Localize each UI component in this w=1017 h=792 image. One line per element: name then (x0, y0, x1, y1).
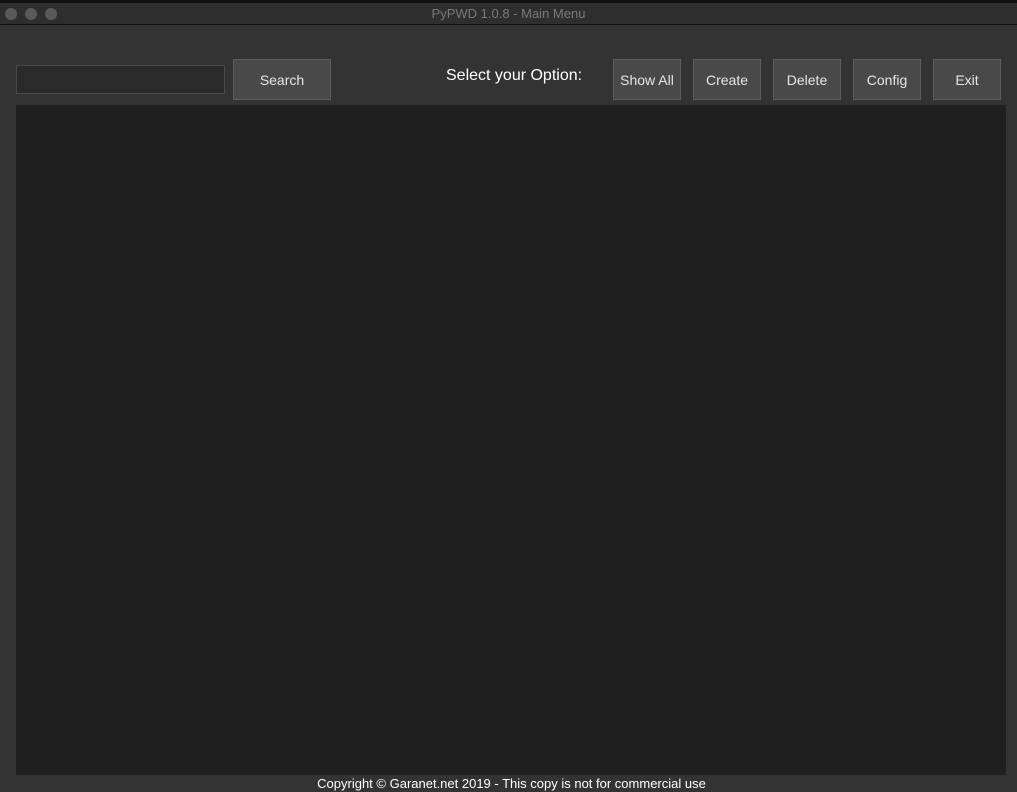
create-button[interactable]: Create (693, 59, 761, 100)
results-panel[interactable] (16, 105, 1006, 775)
search-button[interactable]: Search (233, 59, 331, 100)
window-title: PyPWD 1.0.8 - Main Menu (431, 6, 586, 21)
title-bar: PyPWD 1.0.8 - Main Menu (0, 3, 1017, 25)
exit-button[interactable]: Exit (933, 59, 1001, 100)
show-all-button[interactable]: Show All (613, 59, 681, 100)
config-button[interactable]: Config (853, 59, 921, 100)
delete-button[interactable]: Delete (773, 59, 841, 100)
search-input[interactable] (16, 65, 225, 94)
copyright-footer: Copyright © Garanet.net 2019 - This copy… (317, 776, 706, 791)
options-label: Select your Option: (446, 67, 583, 84)
